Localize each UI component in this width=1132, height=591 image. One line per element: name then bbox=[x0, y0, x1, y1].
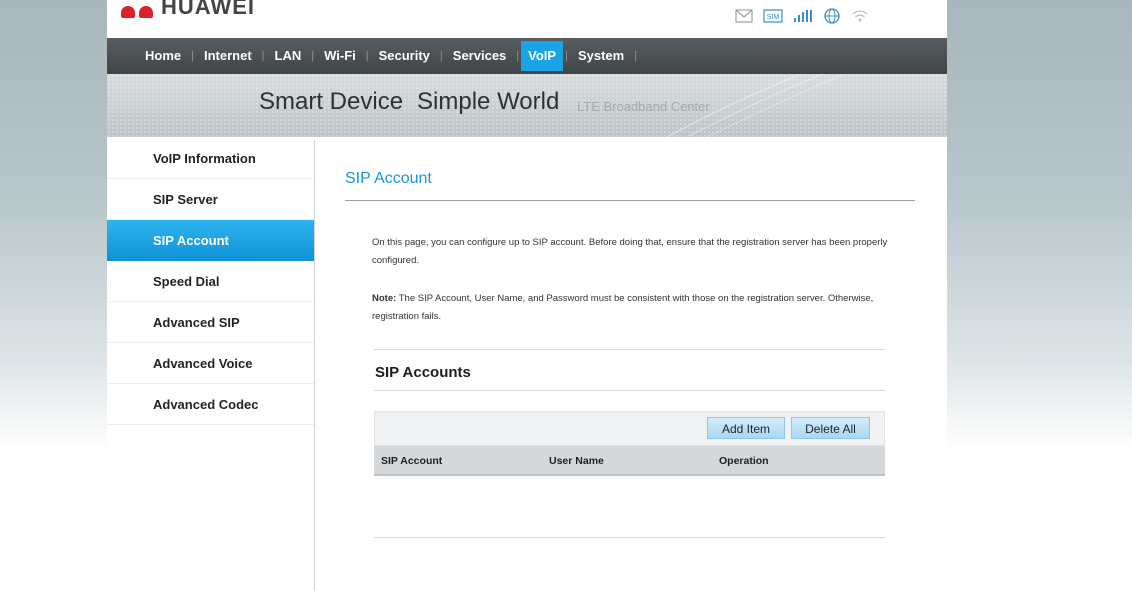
sidebar-item-voip-information[interactable]: VoIP Information bbox=[107, 138, 315, 179]
main-nav: Home | Internet | LAN | Wi-Fi | Security… bbox=[107, 38, 947, 74]
nav-separator: | bbox=[311, 50, 315, 62]
nav-home[interactable]: Home bbox=[137, 38, 189, 74]
title-divider bbox=[345, 200, 915, 201]
nav-system[interactable]: System bbox=[570, 38, 632, 74]
sidebar: VoIP Information SIP Server SIP Account … bbox=[107, 138, 315, 425]
sidebar-item-sip-server[interactable]: SIP Server bbox=[107, 179, 315, 220]
nav-wifi[interactable]: Wi-Fi bbox=[316, 38, 364, 74]
wifi-icon bbox=[851, 9, 869, 28]
nav-separator: | bbox=[191, 50, 194, 62]
nav-separator: | bbox=[634, 50, 638, 62]
brand-name: HUAWEI bbox=[161, 0, 255, 19]
section-divider bbox=[374, 390, 885, 391]
top-bar: HUAWEI SIM bbox=[107, 0, 947, 38]
sidebar-item-advanced-codec[interactable]: Advanced Codec bbox=[107, 384, 315, 425]
sidebar-item-speed-dial[interactable]: Speed Dial bbox=[107, 261, 315, 302]
nav-separator: | bbox=[365, 50, 369, 62]
sidebar-item-sip-account[interactable]: SIP Account bbox=[107, 220, 315, 261]
page-note: Note: The SIP Account, User Name, and Pa… bbox=[372, 293, 874, 322]
svg-text:SIM: SIM bbox=[767, 14, 780, 21]
globe-icon bbox=[823, 7, 841, 29]
column-header-sip-account: SIP Account bbox=[381, 455, 443, 467]
page-title: SIP Account bbox=[345, 170, 432, 187]
nav-security[interactable]: Security bbox=[371, 38, 438, 74]
nav-separator: | bbox=[565, 50, 568, 62]
nav-separator: | bbox=[261, 50, 265, 62]
delete-all-button[interactable]: Delete All bbox=[791, 417, 870, 439]
sim-icon: SIM bbox=[763, 8, 783, 28]
mail-icon[interactable] bbox=[735, 8, 753, 28]
banner: Smart Device Simple World LTE Broadband C… bbox=[107, 74, 947, 137]
brand-logo: HUAWEI bbox=[121, 0, 261, 20]
status-icons: SIM bbox=[735, 7, 869, 29]
table-header: SIP Account User Name Operation bbox=[374, 446, 885, 476]
section-title: SIP Accounts bbox=[375, 364, 471, 381]
nav-separator: | bbox=[516, 50, 520, 62]
signal-icon bbox=[793, 9, 813, 28]
column-header-operation: Operation bbox=[719, 455, 769, 467]
nav-lan[interactable]: LAN bbox=[267, 38, 310, 74]
add-item-button[interactable]: Add Item bbox=[707, 417, 785, 439]
nav-voip[interactable]: VoIP bbox=[521, 41, 564, 71]
page-container: HUAWEI SIM Home | Internet | LAN | Wi-Fi… bbox=[107, 0, 947, 591]
page-description: On this page, you can configure up to SI… bbox=[372, 237, 888, 266]
sidebar-item-advanced-sip[interactable]: Advanced SIP bbox=[107, 302, 315, 343]
nav-items: Home | Internet | LAN | Wi-Fi | Security… bbox=[137, 38, 639, 74]
banner-slogan: Smart Device Simple World bbox=[259, 88, 560, 115]
section-divider bbox=[374, 349, 885, 350]
sidebar-divider bbox=[314, 140, 315, 591]
table-toolbar: Add Item Delete All bbox=[374, 411, 885, 446]
column-header-user-name: User Name bbox=[549, 455, 604, 467]
table-bottom-divider bbox=[374, 537, 885, 538]
nav-internet[interactable]: Internet bbox=[196, 38, 260, 74]
banner-subtitle: LTE Broadband Center bbox=[577, 99, 710, 114]
nav-separator: | bbox=[439, 50, 443, 62]
sidebar-item-advanced-voice[interactable]: Advanced Voice bbox=[107, 343, 315, 384]
nav-services[interactable]: Services bbox=[445, 38, 515, 74]
